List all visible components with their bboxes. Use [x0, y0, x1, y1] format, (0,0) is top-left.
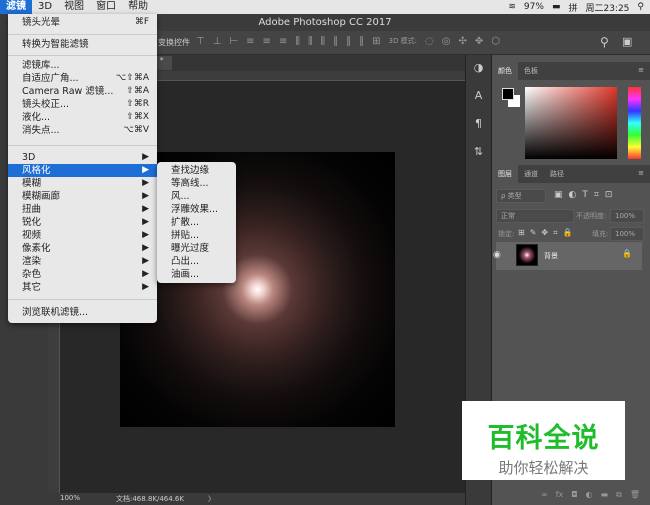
clock[interactable]: 周二23:25 — [585, 1, 629, 14]
status-bar: 100% 文档:468.8K/464.6K 〉 — [48, 493, 465, 505]
mask-icon[interactable]: ◘ — [571, 490, 577, 505]
lock-icon: 🔒 — [622, 249, 632, 258]
3d-mode-label: 3D 模式: — [388, 37, 417, 45]
trash-icon[interactable]: 🗑 — [630, 490, 640, 505]
tab-color[interactable]: 颜色 — [492, 62, 518, 80]
panel-menu-icon[interactable]: ≡ — [632, 62, 650, 80]
submenu-diffuse[interactable]: 扩散... — [157, 216, 236, 229]
fill-input[interactable]: 100% — [610, 227, 644, 241]
watermark-subtitle: 助你轻松解决 — [498, 459, 589, 477]
layers-footer: ∞ fx ◘ ◐ ▬ ⧉ 🗑 — [492, 490, 650, 505]
menu-item-noise[interactable]: 杂色 ▶ — [8, 268, 157, 281]
menu-item-adaptive-wide-angle[interactable]: 自适应广角... ⌥⇧⌘A — [8, 72, 157, 85]
lock-label: 锁定: — [498, 230, 515, 238]
menu-item-vanishing-point[interactable]: 消失点... ⌥⌘V — [8, 124, 157, 137]
menu-item-camera-raw[interactable]: Camera Raw 滤镜... ⇧⌘A — [8, 85, 157, 98]
submenu-oil-paint[interactable]: 油画... — [157, 268, 236, 281]
menu-item-lens-flare[interactable]: 镜头光晕 ⌘F — [8, 16, 157, 29]
menu-item-video[interactable]: 视频 ▶ — [8, 229, 157, 242]
link-icon[interactable]: ∞ — [541, 490, 548, 505]
menu-help[interactable]: 帮助 — [122, 0, 154, 14]
menu-item-3d[interactable]: 3D ▶ — [8, 151, 157, 164]
spotlight-icon[interactable]: ⚲ — [637, 2, 644, 12]
adjust-icon[interactable]: ⇅ — [466, 145, 491, 167]
menu-item-distort[interactable]: 扭曲 ▶ — [8, 203, 157, 216]
lock-icons[interactable]: ⊞✎✥⌗🔒 — [518, 228, 578, 238]
blend-mode-select[interactable]: 正常 — [496, 209, 574, 223]
menu-item-blur-gallery[interactable]: 模糊画廊 ▶ — [8, 190, 157, 203]
tab-channels[interactable]: 通道 — [518, 165, 544, 183]
tab-layers[interactable]: 图层 — [492, 165, 518, 183]
menu-item-browse-online[interactable]: 浏览联机滤镜... — [8, 306, 157, 319]
watermark-title: 百科全说 — [487, 423, 600, 454]
menu-item-filter-gallery[interactable]: 滤镜库... — [8, 59, 157, 72]
layer-thumbnail — [516, 244, 538, 266]
filter-menu-dropdown: 镜头光晕 ⌘F 转换为智能滤镜 滤镜库... 自适应广角... ⌥⇧⌘A Camer… — [8, 14, 157, 323]
menu-item-convert-smart-filter[interactable]: 转换为智能滤镜 — [8, 38, 157, 51]
opacity-label: 不透明度: — [576, 212, 607, 220]
menu-item-sharpen[interactable]: 锐化 ▶ — [8, 216, 157, 229]
new-layer-icon[interactable]: ⧉ — [616, 490, 622, 505]
character-icon[interactable]: A — [466, 89, 491, 111]
folder-icon[interactable]: ▬ — [601, 490, 609, 505]
layer-filter-select[interactable]: ρ 类型 — [496, 189, 546, 203]
menu-item-blur[interactable]: 模糊 ▶ — [8, 177, 157, 190]
layer-name: 背景 — [544, 252, 558, 260]
eye-icon[interactable]: ◉ — [493, 250, 501, 260]
menu-item-lens-correction[interactable]: 镜头校正... ⇧⌘R — [8, 98, 157, 111]
menu-item-liquify[interactable]: 液化... ⇧⌘X — [8, 111, 157, 124]
stylize-submenu: 查找边缘 等高线... 风... 浮雕效果... 扩散... 拼贴... 曝光过… — [157, 162, 236, 283]
tab-swatches[interactable]: 色板 — [518, 62, 544, 80]
layer-filter-icons[interactable]: ▣◐T⌗⊡ — [554, 190, 618, 200]
menu-item-render[interactable]: 渲染 ▶ — [8, 255, 157, 268]
status-menu-arrow[interactable]: 〉 — [208, 494, 215, 504]
foreground-color-swatch[interactable] — [502, 88, 514, 100]
menu-filter[interactable]: 滤镜 — [0, 0, 32, 14]
input-method[interactable]: 拼 — [568, 1, 577, 14]
menu-item-other[interactable]: 其它 ▶ — [8, 281, 157, 294]
transform-controls-label[interactable]: 变换控件 — [158, 37, 190, 48]
battery-percent[interactable]: 97% — [524, 2, 544, 12]
menu-3d[interactable]: 3D — [32, 0, 58, 14]
watermark: 百科全说 助你轻松解决 — [462, 401, 625, 480]
zoom-level[interactable]: 100% — [60, 494, 80, 502]
submenu-wind[interactable]: 风... — [157, 190, 236, 203]
wifi-icon[interactable]: ≋ — [508, 2, 516, 12]
menu-item-pixelate[interactable]: 像素化 ▶ — [8, 242, 157, 255]
workspace-icon[interactable]: ▣ — [622, 35, 632, 48]
submenu-tiles[interactable]: 拼贴... — [157, 229, 236, 242]
tab-paths[interactable]: 路径 — [544, 165, 570, 183]
fill-label: 填充: — [592, 230, 609, 238]
search-icon[interactable]: ⚲ — [600, 35, 609, 49]
menu-view[interactable]: 视图 — [58, 0, 90, 14]
menu-window[interactable]: 窗口 — [90, 0, 122, 14]
mac-menubar: 滤镜 3D 视图 窗口 帮助 ≋ 97% ▬ 拼 周二23:25 ⚲ — [0, 0, 650, 14]
panel-menu-icon[interactable]: ≡ — [632, 165, 650, 183]
adjustment-icon[interactable]: ◐ — [586, 490, 593, 505]
layer-row[interactable]: ◉ 背景 🔒 — [493, 242, 642, 270]
align-icons[interactable]: ⊤ ⊥ ⊢ ≡ ≡ ≡ ⫼ ⫼ ⫼ ∥ ∥ ∥ ⊞ 3D 模式: ◌ ◎ ✣ ✥ ⬡ — [196, 36, 500, 47]
submenu-find-edges[interactable]: 查找边缘 — [157, 164, 236, 177]
menu-item-stylize[interactable]: 风格化 ▶ — [8, 164, 157, 177]
doc-size: 文档:468.8K/464.6K — [116, 495, 184, 503]
opacity-input[interactable]: 100% — [610, 209, 644, 223]
hue-slider[interactable] — [628, 87, 641, 159]
submenu-contour[interactable]: 等高线... — [157, 177, 236, 190]
fx-icon[interactable]: fx — [556, 490, 564, 505]
battery-icon: ▬ — [551, 2, 561, 12]
paragraph-icon[interactable]: ¶ — [466, 117, 491, 139]
color-panel-icon[interactable]: ◑ — [466, 61, 491, 83]
submenu-emboss[interactable]: 浮雕效果... — [157, 203, 236, 216]
submenu-extrude[interactable]: 凸出... — [157, 255, 236, 268]
submenu-solarize[interactable]: 曝光过度 — [157, 242, 236, 255]
color-picker-field[interactable] — [525, 87, 617, 159]
